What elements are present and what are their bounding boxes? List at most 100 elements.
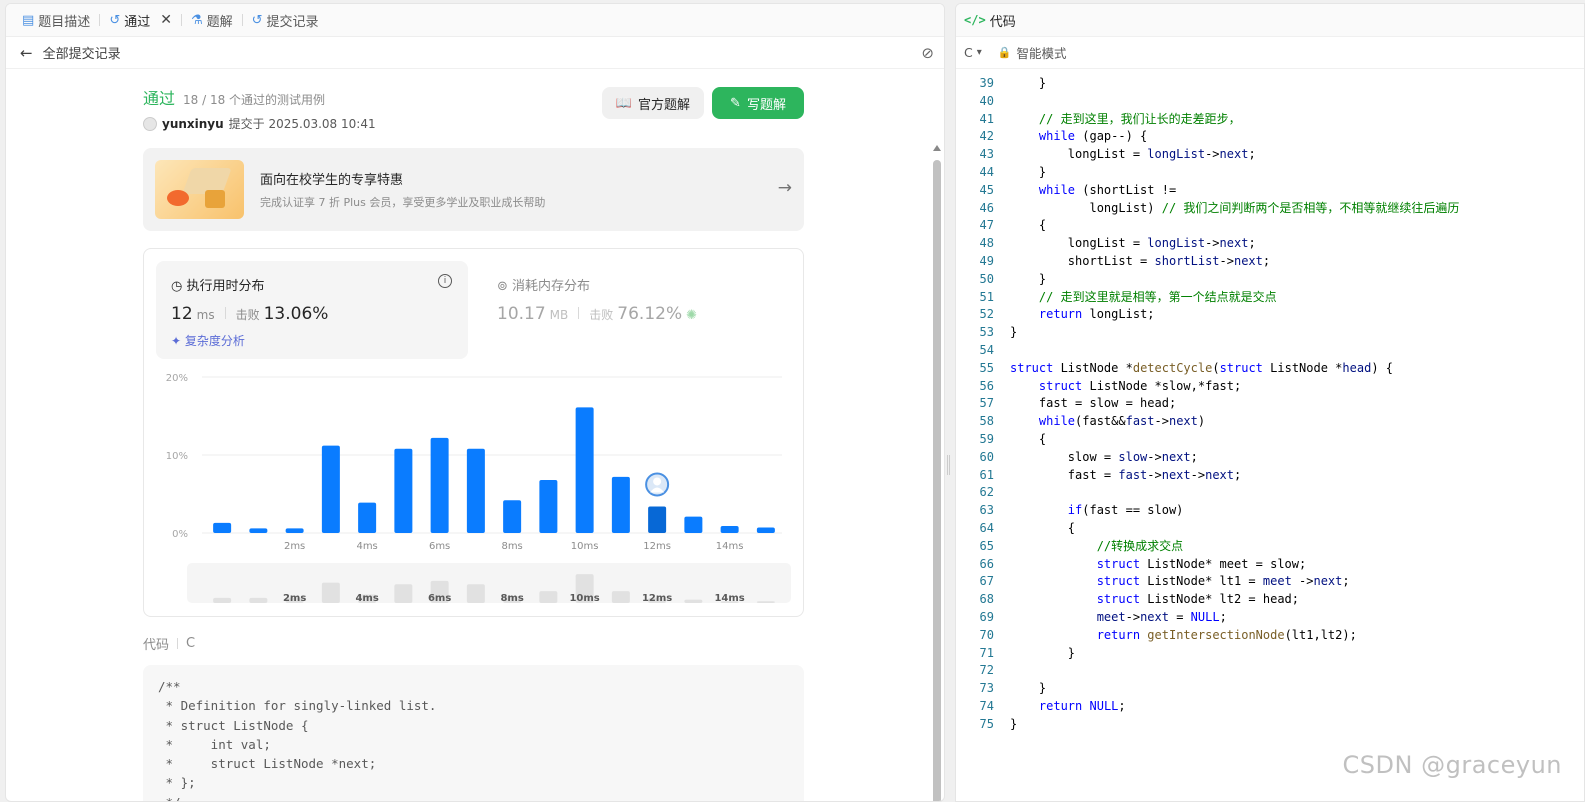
code-line[interactable]: 69 meet->next = NULL;: [956, 609, 1584, 627]
chart-bar[interactable]: [720, 525, 739, 533]
code-line[interactable]: 62: [956, 484, 1584, 502]
chevron-down-icon[interactable]: ▾: [977, 47, 982, 58]
chart-bar[interactable]: [249, 528, 268, 533]
runtime-distribution-chart[interactable]: 20% 10% 0% 2ms 4ms 6ms 8ms 10ms 12ms 14ms 2ms 4ms 6m…: [144, 367, 803, 617]
chart-bar[interactable]: [321, 445, 340, 533]
code-editor[interactable]: 39 } 40 41 // 走到这里，我们让长的走差距步， 42 while (gap…: [956, 70, 1584, 801]
code-line[interactable]: 40: [956, 93, 1584, 111]
button-label: 写题解: [746, 97, 786, 113]
line-code: fast = slow = head;: [1010, 396, 1177, 411]
code-line[interactable]: 57 fast = slow = head;: [956, 395, 1584, 413]
code-line[interactable]: 39 }: [956, 75, 1584, 93]
info-icon[interactable]: i: [438, 274, 452, 288]
promo-banner[interactable]: 面向在校学生的专享特惠 完成认证享 7 折 Plus 会员，享受更多学业及职业成…: [143, 148, 804, 231]
chart-bar[interactable]: [358, 502, 377, 533]
separator: [224, 307, 226, 319]
line-code: }: [1010, 165, 1047, 179]
language-select[interactable]: C: [964, 45, 973, 60]
code-line[interactable]: 71 }: [956, 645, 1584, 663]
username[interactable]: yunxinyu: [162, 117, 224, 131]
code-line[interactable]: 59 {: [956, 431, 1584, 449]
line-code: meet->next = NULL;: [1096, 610, 1227, 624]
code-line[interactable]: 67 struct ListNode* lt1 = meet ->next;: [956, 573, 1584, 591]
complexity-analysis-link[interactable]: ✦ 复杂度分析: [171, 332, 245, 349]
tab-description[interactable]: ▤ 题目描述: [16, 4, 96, 37]
back-link[interactable]: 全部提交记录: [43, 43, 121, 62]
y-tick-label: 20%: [166, 373, 188, 384]
back-arrow-icon[interactable]: ←: [20, 44, 33, 62]
code-line[interactable]: 61 fast = fast->next->next;: [956, 467, 1584, 485]
code-line[interactable]: 74 return NULL;: [956, 698, 1584, 716]
submitted-code[interactable]: /** * Definition for singly-linked list.…: [143, 665, 804, 801]
overview-bar: [213, 597, 232, 603]
code-line[interactable]: 48 longList = longList->next;: [956, 235, 1584, 253]
chart-bar[interactable]: [684, 516, 703, 533]
tab-solutions[interactable]: ⚗ 题解: [185, 4, 239, 37]
overview-tick-label: 4ms: [355, 593, 378, 604]
code-line[interactable]: 41 // 走到这里，我们让长的走差距步，: [956, 111, 1584, 129]
write-solution-button[interactable]: ✎ 写题解: [712, 87, 804, 119]
tab-submissions[interactable]: ↺ 提交记录: [246, 4, 325, 37]
code-line[interactable]: 73 }: [956, 680, 1584, 698]
panel-resize-handle[interactable]: [947, 455, 950, 475]
chart-bar[interactable]: [539, 479, 558, 533]
chart-bar[interactable]: [575, 407, 594, 533]
memory-box[interactable]: ⊚ 消耗内存分布 10.17 MB 击败 76.12% ✺: [482, 261, 782, 359]
code-line[interactable]: 49 shortList = shortList->next;: [956, 253, 1584, 271]
code-line[interactable]: 55 struct ListNode *detectCycle(struct Li…: [956, 360, 1584, 378]
runtime-box[interactable]: ◷ 执行用时分布 i 12 ms 击败 13.06% ✦ 复杂度分析: [156, 261, 468, 359]
chart-bar[interactable]: [503, 500, 522, 533]
line-code: struct ListNode *slow,*fast;: [1038, 378, 1242, 393]
submission-content: 通过 18 / 18 个通过的测试用例 yunxinyu 提交于 2025.03…: [143, 70, 804, 801]
official-solution-button[interactable]: 📖 官方题解: [601, 87, 704, 119]
code-line[interactable]: 68 struct ListNode* lt2 = head;: [956, 591, 1584, 609]
code-line[interactable]: 75}: [956, 716, 1584, 734]
code-line[interactable]: 64 {: [956, 520, 1584, 538]
avatar[interactable]: [143, 116, 157, 131]
code-line[interactable]: 47 {: [956, 217, 1584, 235]
smart-mode-label[interactable]: 智能模式: [1016, 43, 1066, 62]
x-tick-label: 12ms: [643, 541, 671, 552]
tab-accepted[interactable]: ↺ 通过 ✕: [103, 4, 178, 37]
scroll-up-arrow-icon[interactable]: [933, 145, 941, 151]
chart-bar[interactable]: [430, 437, 449, 533]
share-link-icon[interactable]: ⊘: [921, 44, 934, 62]
status-row: 通过 18 / 18 个通过的测试用例: [143, 85, 804, 109]
code-line[interactable]: 44 }: [956, 164, 1584, 182]
code-line[interactable]: 50 }: [956, 271, 1584, 289]
code-line[interactable]: 54: [956, 342, 1584, 360]
arrow-right-icon[interactable]: →: [778, 178, 792, 198]
line-code: longList = longList->next;: [1010, 236, 1256, 251]
code-line[interactable]: 52 return longList;: [956, 306, 1584, 324]
code-line[interactable]: 56 struct ListNode *slow,*fast;: [956, 378, 1584, 396]
code-line[interactable]: 63 if(fast == slow): [956, 502, 1584, 520]
chart-bar[interactable]: [756, 527, 775, 533]
line-number: 53: [979, 325, 994, 340]
close-icon[interactable]: ✕: [160, 12, 172, 28]
code-line[interactable]: 65 //转换成求交点: [956, 538, 1584, 556]
chart-bar[interactable]: [466, 448, 485, 533]
code-line[interactable]: 53}: [956, 324, 1584, 342]
code-line[interactable]: 46 longList) // 我们之间判断两个是否相等，不相等就继续往后遍历: [956, 200, 1584, 218]
code-line[interactable]: 43 longList = longList->next;: [956, 146, 1584, 164]
line-number: 48: [979, 236, 994, 251]
code-line[interactable]: 51 // 走到这里就是相等，第一个结点就是交点: [956, 289, 1584, 307]
line-number: 62: [979, 485, 994, 500]
code-line[interactable]: 45 while (shortList !=: [956, 182, 1584, 200]
chart-bar[interactable]: [648, 506, 667, 533]
chart-bar[interactable]: [213, 522, 232, 533]
code-line[interactable]: 60 slow = slow->next;: [956, 449, 1584, 467]
line-code: struct ListNode *detectCycle(struct List…: [1010, 360, 1393, 375]
chart-bar[interactable]: [394, 448, 413, 533]
chart-bar[interactable]: [285, 528, 304, 533]
line-code: }: [1010, 645, 1076, 660]
chart-bar[interactable]: [611, 476, 630, 533]
code-line[interactable]: 72: [956, 662, 1584, 680]
scrollbar-thumb[interactable]: [933, 160, 941, 801]
code-lang: C: [186, 636, 196, 651]
code-line[interactable]: 66 struct ListNode* meet = slow;: [956, 556, 1584, 574]
code-line[interactable]: 42 while (gap--) {: [956, 128, 1584, 146]
code-line[interactable]: 70 return getIntersectionNode(lt1,lt2);: [956, 627, 1584, 645]
code-line[interactable]: 58 while(fast&&fast->next): [956, 413, 1584, 431]
line-code: return getIntersectionNode(lt1,lt2);: [1096, 627, 1357, 642]
